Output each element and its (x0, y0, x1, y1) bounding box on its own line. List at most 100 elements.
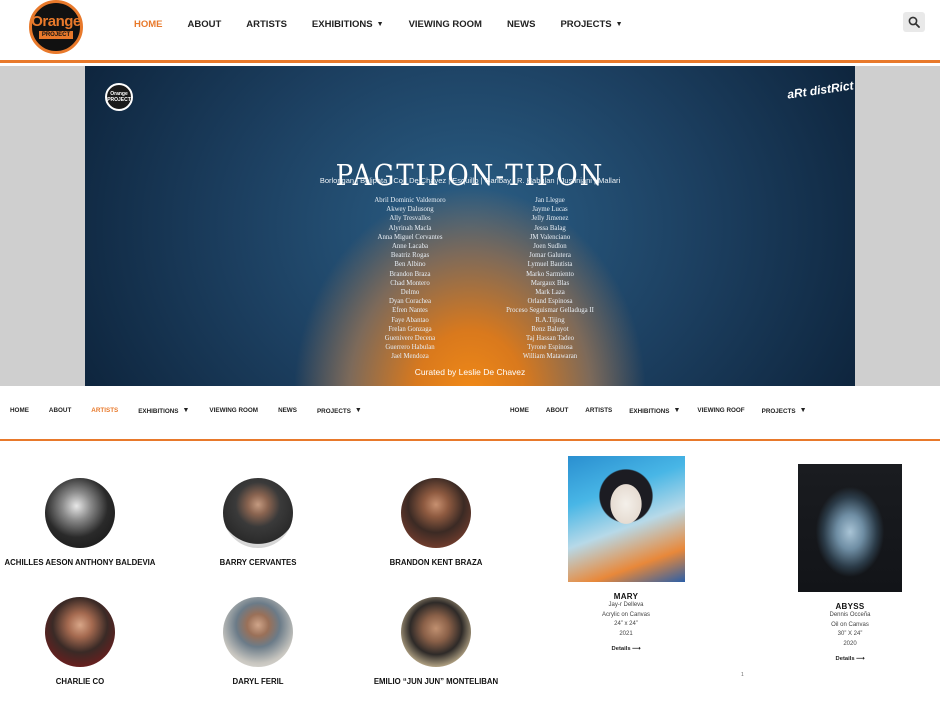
poster-artist-name: Marko Sarmiento (526, 270, 574, 278)
chevron-down-icon: ▼ (799, 407, 807, 414)
poster-artist-name: Orland Espinosa (527, 298, 573, 306)
artist-photo (223, 478, 293, 548)
artwork-artist: Dennis Occeña (829, 612, 871, 618)
nav-item-label: HOME (510, 407, 529, 414)
poster-curator: Curated by Leslie De Chavez (414, 367, 526, 377)
nav-item-news[interactable]: NEWS (507, 19, 536, 30)
viewing-room-nav: HOME ABOUT ARTISTS EXHIBITIONS ▼ VIEWING ROOF… (510, 407, 824, 415)
chevron-down-icon: ▼ (673, 407, 681, 414)
nav-item-projects[interactable]: PROJECTS ▼ (317, 407, 362, 415)
chevron-down-icon: ▼ (354, 407, 362, 414)
nav-item-label: ABOUT (187, 19, 222, 30)
nav-item-label: NEWS (506, 19, 536, 30)
nav-item-viewing-room[interactable]: VIEWING ROOM (209, 407, 258, 415)
nav-item-about[interactable]: ABOUT (188, 19, 222, 30)
page: Orange PROJECT HOME ABOUT ARTISTS EXHIBITIO… (0, 0, 940, 702)
nav-item-projects[interactable]: PROJECTS ▼ (560, 19, 622, 30)
nav-item-label: EXHIBITIONS (311, 19, 373, 30)
artwork-image[interactable] (798, 464, 902, 592)
nav-item-home[interactable]: HOME (510, 407, 529, 415)
poster-artist-name: William Matawaran (522, 353, 578, 361)
nav-item-viewing-room[interactable]: VIEWING ROOM (409, 19, 482, 30)
poster-brand: aRt distRict (786, 78, 855, 102)
nav-item-artists[interactable]: ARTISTS (246, 19, 287, 30)
poster-artist-name: JM Valenciano (529, 233, 571, 241)
artwork-title: MARY (613, 592, 639, 601)
poster-artist-name: Proceso Seguismar Gelladuga II (506, 307, 594, 315)
nav-item-home[interactable]: HOME (134, 19, 163, 30)
main-nav: HOME ABOUT ARTISTS EXHIBITIONS ▼ VIEWING ROOM… (134, 19, 648, 30)
artist-card[interactable]: EMILIO “JUN JUN” MONTELIBAN (356, 597, 516, 687)
artist-name: CHARLIE CO (55, 677, 105, 686)
nav-item-label: ARTISTS (91, 407, 119, 414)
artwork-year: 2020 (843, 640, 857, 647)
nav-item-exhibitions[interactable]: EXHIBITIONS ▼ (629, 407, 680, 415)
nav-item-exhibitions[interactable]: EXHIBITIONS ▼ (138, 407, 189, 415)
chevron-down-icon: ▼ (182, 407, 190, 414)
chevron-down-icon: ▼ (615, 21, 623, 28)
search-icon (908, 16, 920, 28)
nav-item-label: ABOUT (48, 407, 72, 414)
poster-artist-name: Taj Hassan Tadeo (526, 335, 574, 343)
nav-item-home[interactable]: HOME (10, 407, 29, 415)
nav-item-label: NEWS (278, 407, 297, 414)
artist-photo (45, 597, 115, 667)
artist-card[interactable]: CHARLIE CO (0, 597, 160, 687)
artist-card[interactable]: ACHILLES AESON ANTHONY BALDEVIA (0, 478, 160, 568)
artist-card[interactable]: BRANDON KENT BRAZA (356, 478, 516, 568)
nav-item-label: ARTISTS (585, 407, 613, 414)
poster-right-names: Jan Llegue Jayme Lucas Jelly Jimenez Jessa … (465, 196, 635, 362)
artwork-medium: Acrylic on Canvas (601, 611, 651, 618)
poster-artist-name: Tyrone Espinosa (527, 344, 573, 352)
nav-item-news[interactable]: NEWS (278, 407, 297, 415)
top-header: Orange PROJECT HOME ABOUT ARTISTS EXHIBITIO… (0, 0, 940, 63)
artist-card[interactable]: BARRY CERVANTES (178, 478, 338, 568)
nav-item-about[interactable]: ABOUT (546, 407, 568, 415)
nav-item-label: EXHIBITIONS (629, 408, 670, 415)
artist-name: BRANDON KENT BRAZA (389, 558, 483, 567)
artwork-year: 2021 (619, 630, 633, 637)
poster-artist-name: Mark Laza (535, 289, 565, 297)
artwork-details-link[interactable]: Details ⟶ (556, 646, 696, 652)
logo-subword: PROJECT (38, 31, 74, 39)
poster-artist-name: Margaux Blas (530, 279, 570, 287)
nav-item-viewing-roof[interactable]: VIEWING ROOF (697, 407, 744, 415)
poster-logo: Orange PROJECT (105, 83, 133, 111)
poster-artist-name: Renz Baluyot (531, 325, 569, 333)
artwork-image[interactable] (567, 456, 685, 582)
nav-item-label: PROJECTS (761, 408, 796, 415)
artist-photo (223, 597, 293, 667)
artist-card[interactable]: DARYL FERIL (178, 597, 338, 687)
artist-photo (401, 597, 471, 667)
nav-item-about[interactable]: ABOUT (49, 407, 71, 415)
nav-item-label: PROJECTS (316, 408, 351, 415)
artist-name: EMILIO “JUN JUN” MONTELIBAN (373, 677, 499, 686)
artists-page-nav: HOME ABOUT ARTISTS EXHIBITIONS ▼ VIEWING ROOM… (10, 407, 382, 415)
pagination-indicator[interactable]: 1 (741, 672, 744, 678)
nav-item-artists[interactable]: ARTISTS (585, 407, 612, 415)
artwork-details-link[interactable]: Details ⟶ (780, 656, 920, 662)
artwork-size: 30” X 24” (837, 631, 863, 637)
search-button[interactable] (903, 12, 925, 32)
nav-item-label: PROJECTS (560, 19, 612, 30)
chevron-down-icon: ▼ (376, 21, 384, 28)
artists-page-header: HOME ABOUT ARTISTS EXHIBITIONS ▼ VIEWING ROOM… (0, 386, 505, 441)
artist-photo (401, 478, 471, 548)
nav-item-label: ARTISTS (246, 19, 287, 30)
artwork-artist: Jay-r Delleva (608, 602, 644, 608)
nav-item-artists[interactable]: ARTISTS (91, 407, 118, 415)
poster-logo-subword: PROJECT (107, 97, 131, 103)
nav-item-exhibitions[interactable]: EXHIBITIONS ▼ (312, 19, 384, 30)
nav-item-label: VIEWING ROOM (209, 407, 259, 414)
nav-item-label: ABOUT (545, 407, 569, 414)
hero-poster[interactable]: Orange PROJECT aRt distRict PAGTIPON-TIP… (85, 66, 855, 386)
nav-item-label: VIEWING ROOM (408, 19, 482, 30)
artist-photo (45, 478, 115, 548)
artist-name: ACHILLES AESON ANTHONY BALDEVIA (4, 558, 156, 567)
site-logo[interactable]: Orange PROJECT (29, 0, 83, 54)
nav-item-projects[interactable]: PROJECTS ▼ (762, 407, 807, 415)
artwork-medium: Oil on Canvas (831, 621, 869, 628)
poster-artist-name: Jelly Jimenez (531, 215, 569, 223)
nav-item-label: HOME (10, 407, 29, 414)
poster-artist-name: Jayme Lucas (532, 206, 568, 214)
